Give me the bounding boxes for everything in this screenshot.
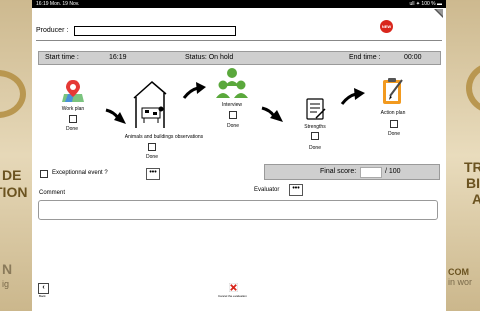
background-left-panel: DE TION N ig [0, 0, 32, 311]
background-right-panel: TR BI A COM in wor [446, 0, 480, 311]
background-text-5: TR [464, 159, 480, 175]
step-interview-checkbox[interactable] [229, 111, 237, 119]
document-icon[interactable] [304, 96, 326, 122]
status-text: Status: On hold [185, 54, 234, 61]
final-score-max: / 100 [385, 168, 401, 175]
cancel-evaluation-button[interactable] [229, 283, 238, 292]
step-interview-label: Interview [221, 102, 242, 108]
final-score-input[interactable] [360, 167, 382, 178]
background-text-6: BI [466, 175, 480, 191]
arrow-up-right-icon [182, 82, 206, 99]
step-action-plan-label: Action plan [380, 110, 406, 116]
map-pin-icon[interactable] [62, 78, 84, 104]
background-text-4: ig [2, 279, 10, 289]
step-action-plan-checkbox[interactable] [390, 120, 398, 128]
cancel-evaluation-label: Cancel the evaluation [218, 294, 247, 298]
final-score-label: Final score: [320, 168, 357, 175]
exceptional-event-label: Exceptionnal event ? [52, 170, 108, 176]
step-strengths-checkbox[interactable] [311, 132, 319, 140]
producer-label: Producer : [36, 27, 69, 34]
status-bar: 16:19 Mon. 19 Nov. ull ✦ 100 % ▬ [32, 0, 446, 8]
arrow-right-icon [105, 108, 126, 124]
step-action-plan-done: Done [388, 131, 400, 137]
back-label: Back [39, 294, 46, 298]
arrow-up-right-icon [340, 88, 365, 105]
start-time-value: 16:19 [109, 54, 127, 61]
exceptional-event-checkbox[interactable] [40, 170, 48, 178]
evaluator-label: Evaluator [254, 187, 280, 193]
arrow-down-right-icon [261, 106, 283, 122]
background-text-1: DE [2, 167, 22, 183]
status-time: 16:19 Mon. 19 Nov. [36, 1, 80, 7]
decorative-ring [466, 62, 480, 114]
step-observations-checkbox[interactable] [148, 143, 156, 151]
decorative-ring [0, 70, 26, 118]
comment-input[interactable] [38, 200, 438, 220]
start-time-label: Start time : [45, 54, 79, 61]
status-indicators: ull ✦ 100 % ▬ [409, 1, 442, 7]
background-text-9: in wor [448, 277, 473, 287]
clipboard-icon[interactable] [380, 76, 406, 106]
evaluator-more-button[interactable]: ••• [289, 184, 303, 196]
step-observations-done: Done [146, 154, 158, 160]
step-interview-done: Done [227, 123, 239, 129]
final-score-box: Final score: / 100 [264, 164, 440, 180]
new-badge: NEW [380, 20, 393, 33]
comment-label: Comment [39, 190, 66, 196]
step-strengths-done: Done [309, 145, 321, 151]
step-work-plan-checkbox[interactable] [69, 115, 77, 123]
back-button[interactable]: ‹ [38, 283, 49, 294]
time-status-bar: Start time : 16:19 Status: On hold End t… [38, 51, 441, 65]
end-time-value: 00:00 [404, 54, 422, 61]
end-time-label: End time : [349, 54, 381, 61]
step-work-plan-label: Work plan [61, 106, 85, 112]
resize-corner-icon[interactable] [434, 9, 443, 18]
background-text-8: COM [448, 267, 469, 277]
step-strengths-label: Strengths [304, 124, 326, 130]
step-work-plan-done: Done [66, 126, 78, 132]
step-observations-label: Animals and buildings observations [124, 134, 204, 140]
people-icon[interactable] [215, 66, 249, 100]
app-screen: 16:19 Mon. 19 Nov. ull ✦ 100 % ▬ NEW Pro… [32, 0, 446, 311]
background-text-2: TION [0, 184, 28, 200]
background-text-7: A [472, 191, 480, 207]
exceptional-event-more-button[interactable]: ••• [146, 168, 160, 180]
barn-cow-icon[interactable] [132, 80, 168, 130]
producer-input[interactable] [74, 26, 236, 36]
background-text-3: N [2, 261, 13, 277]
divider [36, 40, 442, 41]
